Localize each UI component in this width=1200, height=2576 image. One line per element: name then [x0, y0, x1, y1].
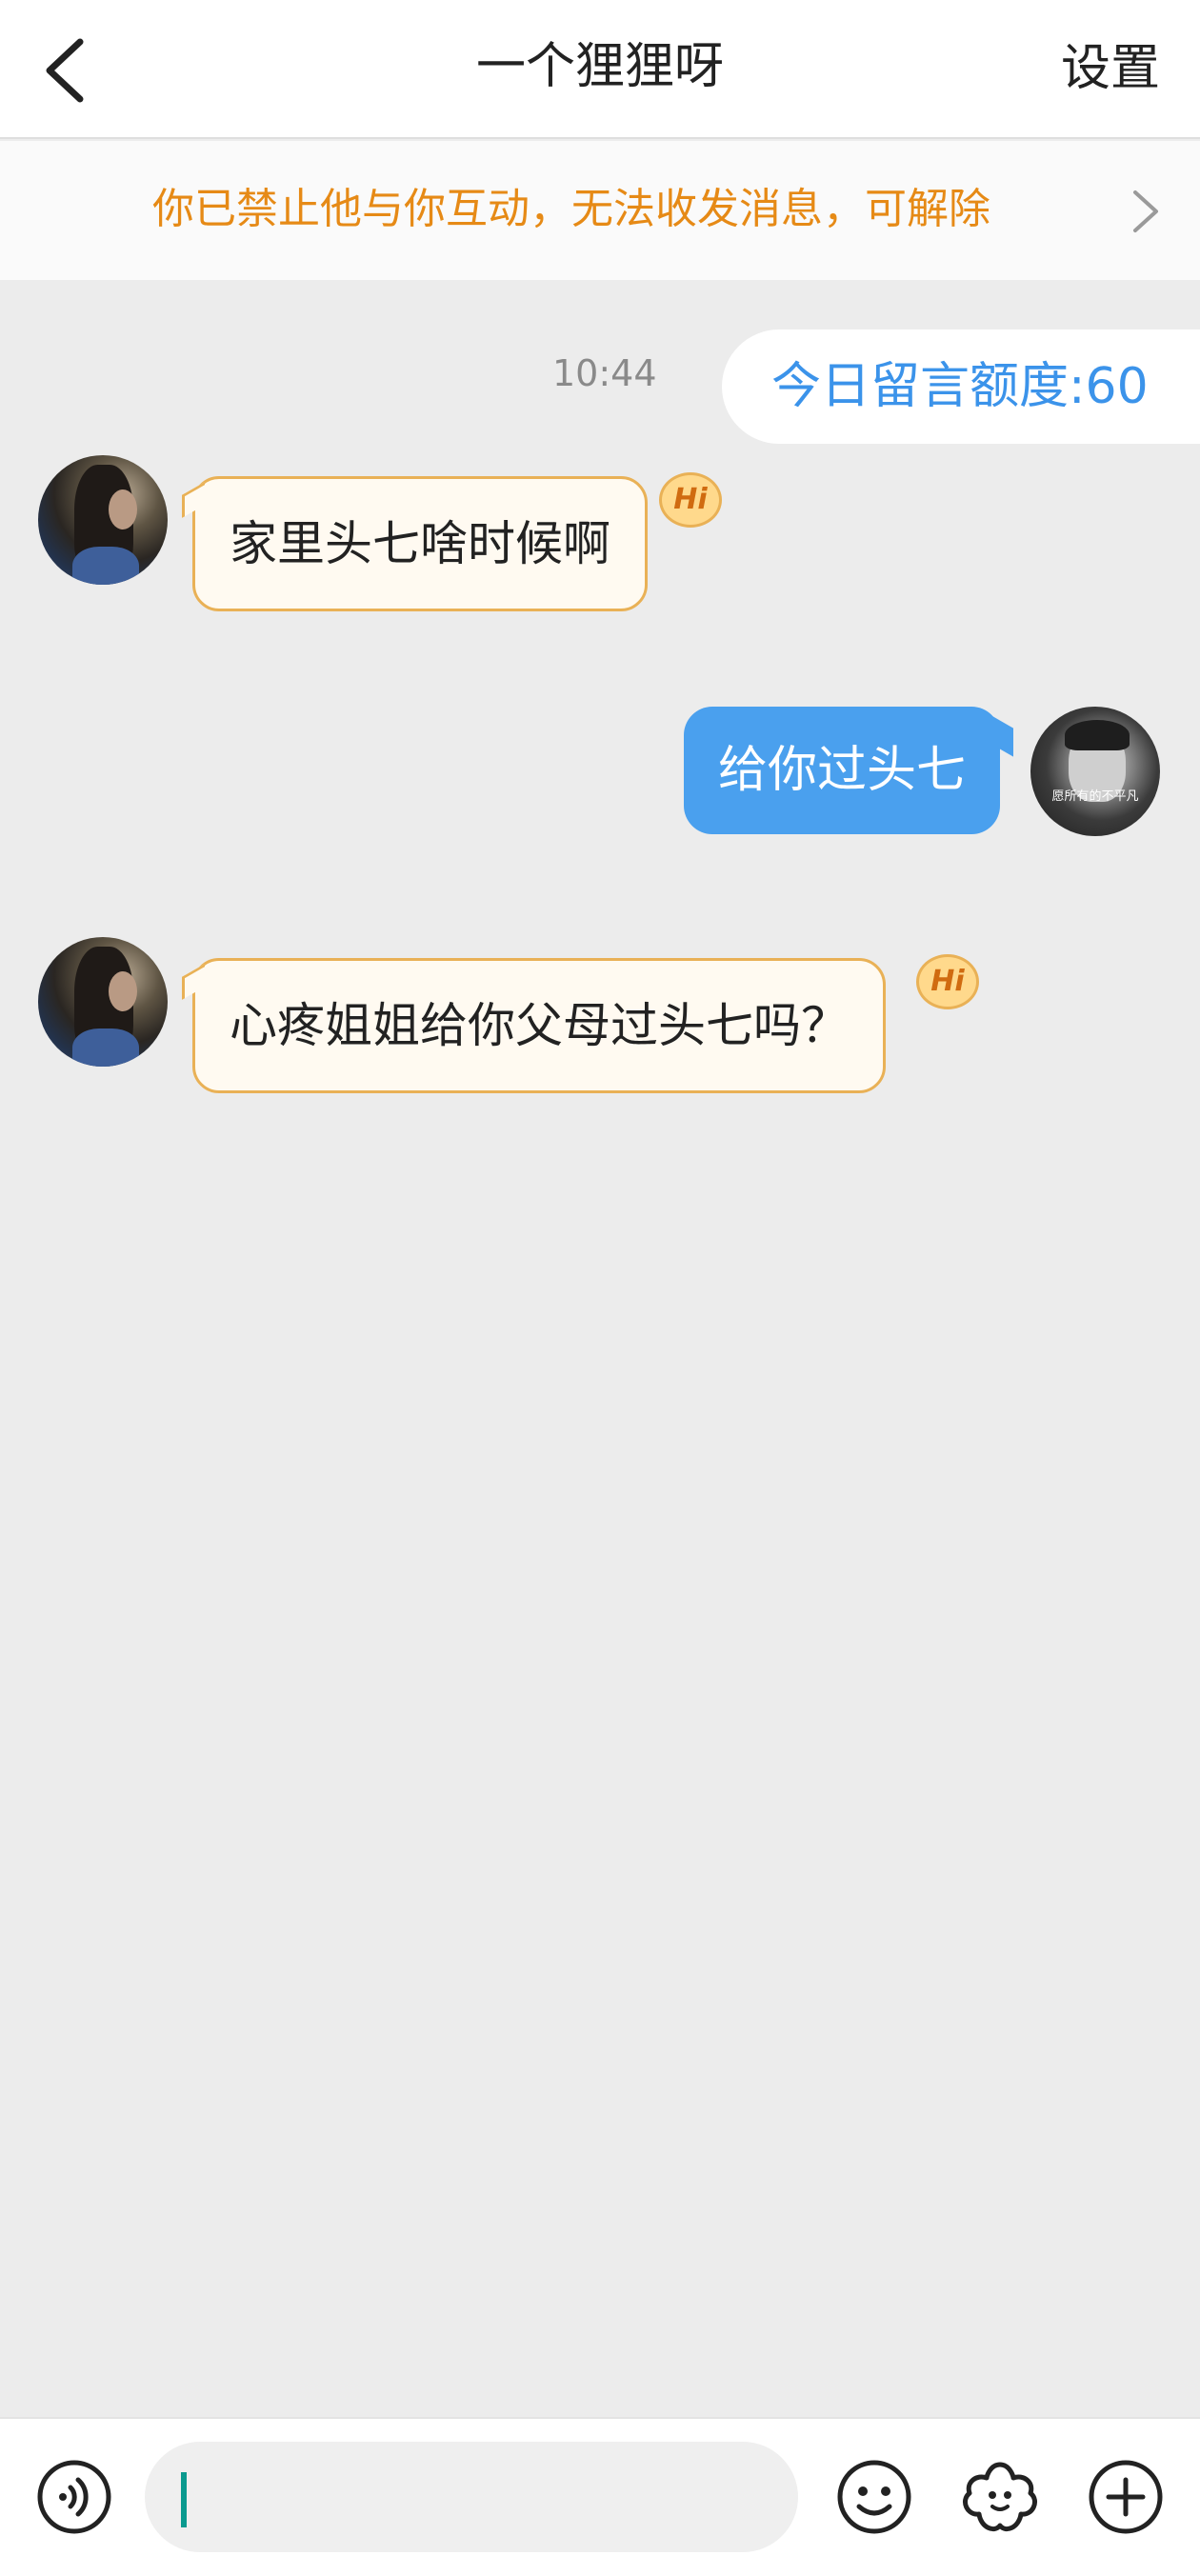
- sticker-icon: [963, 2462, 1037, 2531]
- back-chevron-icon: [46, 38, 84, 103]
- voice-button[interactable]: [34, 2457, 114, 2537]
- input-toolbar: [0, 2417, 1200, 2576]
- block-notice-banner[interactable]: 你已禁止他与你互动，无法收发消息，可解除: [0, 141, 1200, 280]
- contact-avatar[interactable]: [38, 937, 168, 1067]
- chat-title: 一个狸狸呀: [475, 38, 724, 95]
- my-avatar[interactable]: 愿所有的不平凡: [1030, 707, 1160, 836]
- text-cursor: [181, 2472, 187, 2527]
- message-text: 心疼姐姐给你父母过头七吗？: [230, 998, 849, 1053]
- more-button[interactable]: [1086, 2457, 1166, 2537]
- contact-avatar[interactable]: [38, 455, 168, 585]
- top-bar: 一个狸狸呀 设置: [0, 0, 1200, 139]
- incoming-message-bubble[interactable]: 家里头七啥时候啊: [182, 476, 648, 611]
- message-text: 给你过头七: [718, 742, 967, 799]
- settings-button[interactable]: 设置: [1061, 34, 1160, 103]
- sticker-button[interactable]: [960, 2457, 1040, 2537]
- message-text: 家里头七啥时候啊: [230, 516, 610, 571]
- message-timestamp: 10:44: [552, 352, 657, 394]
- hi-badge: Hi: [916, 954, 979, 1009]
- banner-arrow[interactable]: [1116, 183, 1173, 240]
- outgoing-message-bubble[interactable]: 给你过头七: [684, 707, 1014, 834]
- plus-icon: [1089, 2460, 1163, 2534]
- hi-badge: Hi: [659, 472, 722, 528]
- emoji-button[interactable]: [834, 2457, 914, 2537]
- back-button[interactable]: [29, 27, 114, 112]
- incoming-message-bubble[interactable]: 心疼姐姐给你父母过头七吗？: [182, 958, 886, 1093]
- block-notice-text: 你已禁止他与你互动，无法收发消息，可解除: [152, 185, 990, 233]
- voice-icon: [37, 2460, 111, 2534]
- avatar-caption: 愿所有的不平凡: [1051, 789, 1139, 804]
- emoji-icon: [837, 2460, 911, 2534]
- message-input[interactable]: [145, 2442, 798, 2552]
- chevron-right-icon: [1133, 190, 1158, 232]
- message-quota-badge: 今日留言额度:60: [722, 329, 1200, 444]
